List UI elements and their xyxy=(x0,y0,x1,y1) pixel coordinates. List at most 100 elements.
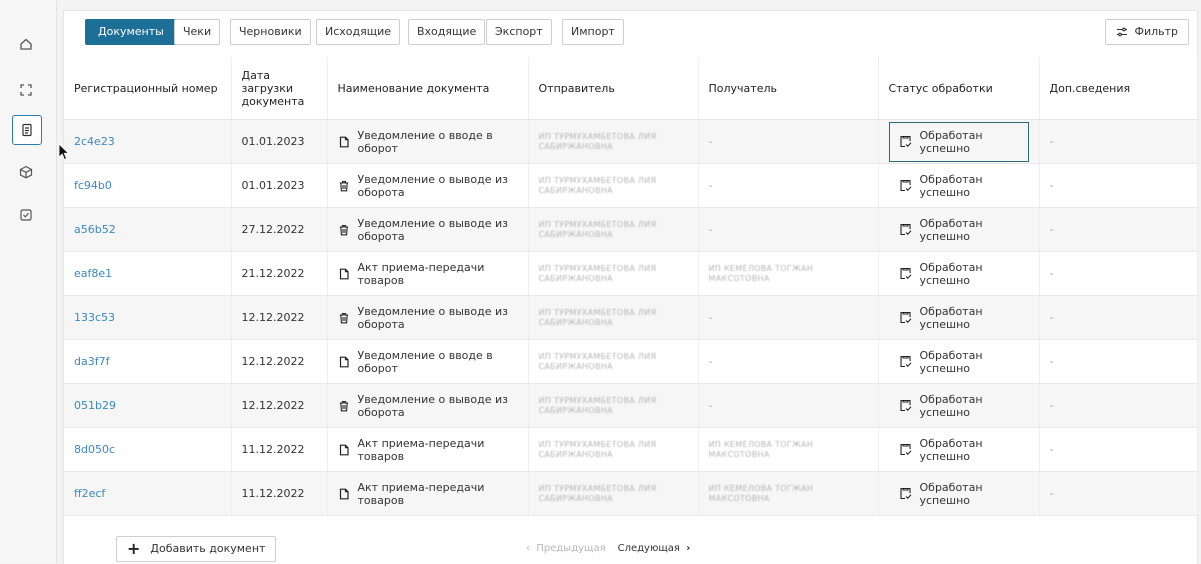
status-label: Обработан успешно xyxy=(919,216,983,243)
status-cell[interactable]: Обработан успешно xyxy=(878,251,1040,296)
document-name: Уведомление о выводе из оборота xyxy=(357,216,508,243)
recipient-name: ИП КЕМЕЛОВА ТОГЖАН МАКСОТОВНА xyxy=(708,439,814,459)
upload-date: 11.12.2022 xyxy=(231,471,328,516)
next-page-button[interactable]: Следующая › xyxy=(618,543,691,554)
upload-date: 12.12.2022 xyxy=(231,339,328,384)
column-header[interactable]: Дата загрузки документа xyxy=(231,57,328,120)
status-badge[interactable]: Обработан успешно xyxy=(889,342,1029,382)
tab-documents[interactable]: Документы xyxy=(85,19,177,45)
status-label: Обработан успешно xyxy=(919,348,983,375)
status-badge[interactable]: Обработан успешно xyxy=(889,298,1029,338)
extra-info: - xyxy=(1039,471,1198,516)
column-header[interactable]: Наименование документа xyxy=(327,57,529,120)
column-header[interactable]: Доп.сведения xyxy=(1039,57,1198,120)
status-check-icon xyxy=(899,223,912,236)
sender-name: ИП ТУРМУХАМБЕТОВА ЛИЯ САБИРЖАНОВНА xyxy=(538,219,657,239)
table-row[interactable]: da3f7f 12.12.2022 Уведомление о вводе в об… xyxy=(64,339,1198,384)
add-document-label: Добавить документ xyxy=(150,542,266,555)
table-footer: + Добавить документ ‹ Предыдущая Следующ… xyxy=(64,526,1197,564)
sender-name: ИП ТУРМУХАМБЕТОВА ЛИЯ САБИРЖАНОВНА xyxy=(538,395,657,415)
status-badge[interactable]: Обработан успешно xyxy=(889,474,1029,514)
table-header-row: Регистрационный номер Дата загрузки доку… xyxy=(64,57,1198,120)
registration-number-link[interactable]: da3f7f xyxy=(64,339,232,384)
table-row[interactable]: fc94b0 01.01.2023 Уведомление о выводе из … xyxy=(64,163,1198,208)
column-header[interactable]: Регистрационный номер xyxy=(64,57,232,120)
status-cell[interactable]: Обработан успешно xyxy=(878,119,1040,164)
recipient-cell: - xyxy=(698,207,879,252)
status-label: Обработан успешно xyxy=(919,260,983,287)
status-badge[interactable]: Обработан успешно xyxy=(889,210,1029,250)
prev-page-button[interactable]: ‹ Предыдущая xyxy=(526,543,606,554)
upload-date: 12.12.2022 xyxy=(231,383,328,428)
status-label: Обработан успешно xyxy=(919,128,983,155)
recipient-cell: ИП КЕМЕЛОВА ТОГЖАН МАКСОТОВНА xyxy=(698,427,879,472)
filter-button[interactable]: Фильтр xyxy=(1105,19,1189,45)
upload-date: 27.12.2022 xyxy=(231,207,328,252)
status-cell[interactable]: Обработан успешно xyxy=(878,471,1040,516)
sender-name: ИП ТУРМУХАМБЕТОВА ЛИЯ САБИРЖАНОВНА xyxy=(538,131,657,151)
filter-icon xyxy=(1117,27,1128,37)
status-badge[interactable]: Обработан успешно xyxy=(889,166,1029,206)
tab-receipts[interactable]: Чеки xyxy=(174,19,221,45)
status-cell[interactable]: Обработан успешно xyxy=(878,207,1040,252)
document-name-cell: Уведомление о выводе из оборота xyxy=(327,383,529,428)
home-icon[interactable] xyxy=(12,30,40,58)
status-cell[interactable]: Обработан успешно xyxy=(878,427,1040,472)
sender-cell: ИП ТУРМУХАМБЕТОВА ЛИЯ САБИРЖАНОВНА xyxy=(528,207,699,252)
status-cell[interactable]: Обработан успешно xyxy=(878,295,1040,340)
trash-icon xyxy=(338,180,350,192)
left-nav-rail xyxy=(0,0,57,563)
sender-name: ИП ТУРМУХАМБЕТОВА ЛИЯ САБИРЖАНОВНА xyxy=(538,263,657,283)
status-badge[interactable]: Обработан успешно xyxy=(889,254,1029,294)
table-row[interactable]: eaf8e1 21.12.2022 Акт приема-передачи това… xyxy=(64,251,1198,296)
tab-incoming[interactable]: Входящие xyxy=(408,19,486,45)
recipient-name: ИП КЕМЕЛОВА ТОГЖАН МАКСОТОВНА xyxy=(708,483,814,503)
documents-panel: Документы Чеки Черновики Исходящие Входя… xyxy=(63,10,1198,564)
extra-info: - xyxy=(1039,163,1198,208)
checklist-icon[interactable] xyxy=(12,201,40,229)
status-badge[interactable]: Обработан успешно xyxy=(888,121,1029,162)
document-name: Уведомление о вводе в оборот xyxy=(357,128,493,155)
registration-number-link[interactable]: 2c4e23 xyxy=(64,119,232,164)
sender-name: ИП ТУРМУХАМБЕТОВА ЛИЯ САБИРЖАНОВНА xyxy=(538,439,657,459)
status-cell[interactable]: Обработан успешно xyxy=(878,383,1040,428)
document-name-cell: Уведомление о выводе из оборота xyxy=(327,295,529,340)
registration-number-link[interactable]: fc94b0 xyxy=(64,163,232,208)
status-check-icon xyxy=(899,311,912,324)
sender-name: ИП ТУРМУХАМБЕТОВА ЛИЯ САБИРЖАНОВНА xyxy=(538,351,657,371)
registration-number-link[interactable]: a56b52 xyxy=(64,207,232,252)
pagination: ‹ Предыдущая Следующая › xyxy=(526,543,690,554)
column-header[interactable]: Получатель xyxy=(698,57,879,120)
table-row[interactable]: 051b29 12.12.2022 Уведомление о выводе из … xyxy=(64,383,1198,428)
documents-icon[interactable] xyxy=(12,115,42,145)
tab-drafts[interactable]: Черновики xyxy=(230,19,311,45)
tab-export[interactable]: Экспорт xyxy=(486,19,552,45)
tab-outgoing[interactable]: Исходящие xyxy=(316,19,401,45)
table-row[interactable]: 133c53 12.12.2022 Уведомление о выводе из … xyxy=(64,295,1198,340)
registration-number-link[interactable]: eaf8e1 xyxy=(64,251,232,296)
column-header[interactable]: Отправитель xyxy=(528,57,699,120)
status-cell[interactable]: Обработан успешно xyxy=(878,339,1040,384)
registration-number-link[interactable]: 133c53 xyxy=(64,295,232,340)
table-row[interactable]: a56b52 27.12.2022 Уведомление о выводе из … xyxy=(64,207,1198,252)
document-name: Уведомление о вводе в оборот xyxy=(357,348,493,375)
table-row[interactable]: 2c4e23 01.01.2023 Уведомление о вводе в об… xyxy=(64,119,1198,164)
document-name: Уведомление о выводе из оборота xyxy=(357,172,508,199)
sender-cell: ИП ТУРМУХАМБЕТОВА ЛИЯ САБИРЖАНОВНА xyxy=(528,119,699,164)
add-document-button[interactable]: + Добавить документ xyxy=(116,536,277,562)
table-row[interactable]: ff2ecf 11.12.2022 Акт приема-передачи това… xyxy=(64,471,1198,516)
table-row[interactable]: 8d050c 11.12.2022 Акт приема-передачи това… xyxy=(64,427,1198,472)
registration-number-link[interactable]: 051b29 xyxy=(64,383,232,428)
box-icon[interactable] xyxy=(12,158,40,186)
status-cell[interactable]: Обработан успешно xyxy=(878,163,1040,208)
status-check-icon xyxy=(899,487,912,500)
column-header[interactable]: Статус обработки xyxy=(878,57,1040,120)
status-badge[interactable]: Обработан успешно xyxy=(889,430,1029,470)
registration-number-link[interactable]: ff2ecf xyxy=(64,471,232,516)
status-badge[interactable]: Обработан успешно xyxy=(889,386,1029,426)
registration-number-link[interactable]: 8d050c xyxy=(64,427,232,472)
document-name: Уведомление о выводе из оборота xyxy=(357,392,508,419)
scan-icon[interactable] xyxy=(12,76,40,104)
status-label: Обработан успешно xyxy=(919,392,983,419)
tab-import[interactable]: Импорт xyxy=(562,19,624,45)
